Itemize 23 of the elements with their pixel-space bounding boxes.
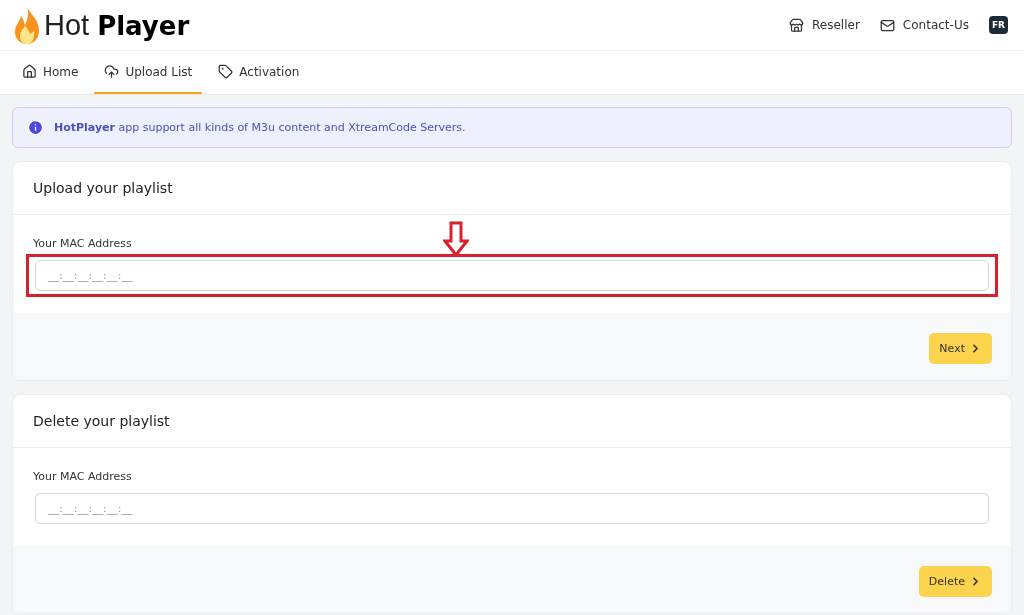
header-link[interactable]: Reseller <box>789 17 860 33</box>
header-link[interactable]: Contact-Us <box>879 17 969 33</box>
mac-address-field[interactable]: __:__:__:__:__:__ <box>35 260 989 291</box>
alert-text: HotPlayer app support all kinds of M3u content and XtreamCode Servers. <box>54 121 466 134</box>
tag-icon <box>218 64 234 79</box>
upload-icon <box>104 64 120 79</box>
home-icon <box>22 64 37 79</box>
mail-icon <box>879 17 895 33</box>
field-label: Your MAC Address <box>33 237 133 250</box>
language-button[interactable]: FR <box>988 16 1008 34</box>
field-label: Your MAC Address <box>33 470 133 483</box>
nav-tab[interactable]: Activation <box>208 51 310 94</box>
info-icon <box>27 119 44 136</box>
nav-tab[interactable]: Upload List <box>94 51 203 94</box>
card-title: Upload your playlist <box>13 162 1011 215</box>
card-title: Delete your playlist <box>13 395 1011 448</box>
flame-icon <box>12 5 42 45</box>
submit-button[interactable]: Delete <box>918 566 992 597</box>
nav-tab[interactable]: Home <box>12 51 89 94</box>
app-logo-text: Hot Player <box>44 8 190 42</box>
submit-button[interactable]: Next <box>929 333 992 364</box>
mac-address-field[interactable]: __:__:__:__:__:__ <box>35 493 989 524</box>
store-icon <box>789 17 805 33</box>
